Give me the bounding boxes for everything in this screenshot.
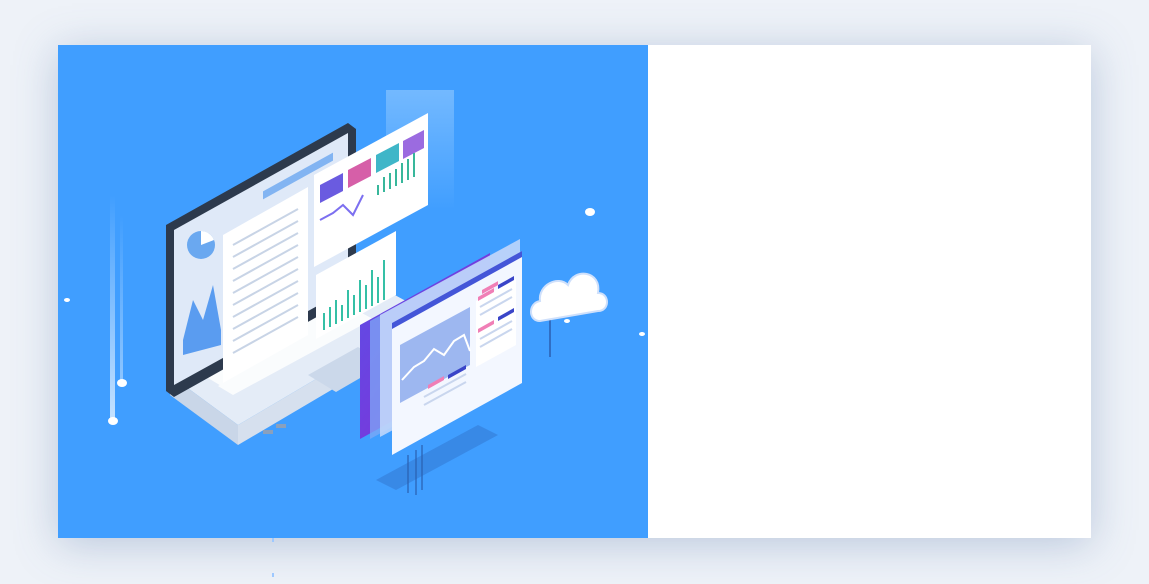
login-card	[58, 45, 1091, 538]
right-panel	[648, 45, 1091, 538]
decorative-dot	[272, 538, 274, 542]
isometric-laptop-dashboard-illustration	[64, 90, 645, 495]
hero-illustration-panel	[58, 45, 648, 538]
decorative-dot	[272, 573, 274, 577]
cloud-icon	[530, 272, 608, 357]
light-beam-left	[64, 195, 127, 425]
